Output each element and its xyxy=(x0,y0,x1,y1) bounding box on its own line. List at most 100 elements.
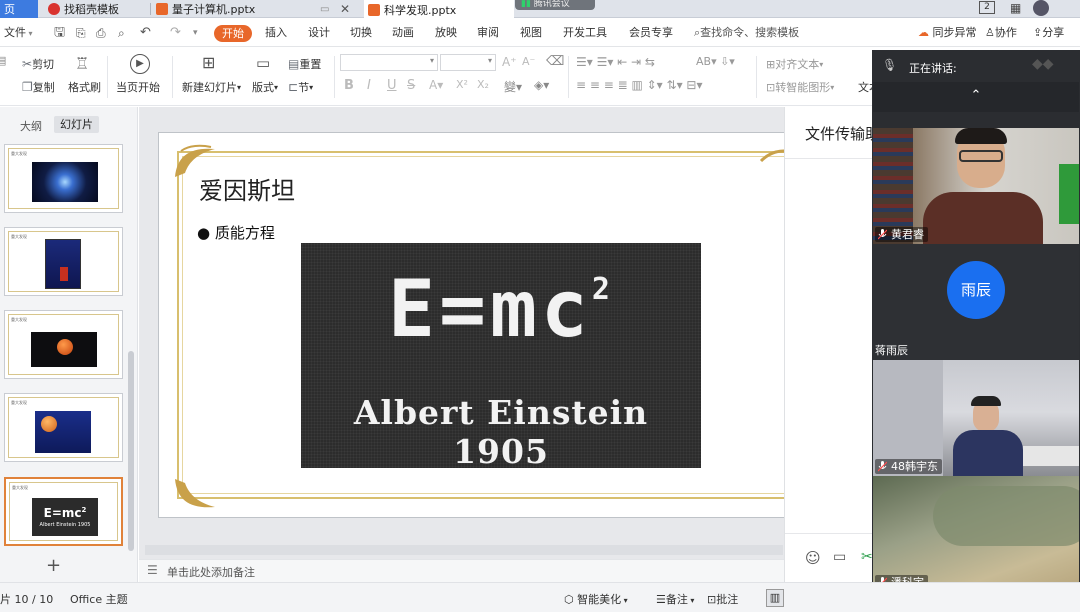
alignment-icons[interactable]: ≡ ≡ ≡ ≣ ▥ ⇕▾ ⇅▾ ⊟▾ xyxy=(576,78,703,92)
command-search[interactable]: ⌕查找命令、搜索模板 xyxy=(694,19,799,47)
new-slide-button[interactable]: 新建幻灯片 ▾ xyxy=(182,79,241,95)
slide-thumbnail[interactable]: 重大发现 xyxy=(4,393,123,462)
window-count-badge[interactable]: 2 xyxy=(979,1,995,14)
video-tile[interactable]: 雨辰 蒋雨辰 xyxy=(873,244,1079,360)
emoji-icon[interactable]: ☺ xyxy=(805,549,821,567)
export-icon[interactable]: ⎘ xyxy=(76,19,86,47)
tab-developer[interactable]: 开发工具 xyxy=(563,19,607,47)
new-slide-icon[interactable]: ⊞ xyxy=(202,53,215,72)
from-current-button[interactable]: 当页开始 xyxy=(116,79,160,95)
folder-icon[interactable]: ▭ xyxy=(833,549,846,565)
slide-thumbnail[interactable]: 重大发现 xyxy=(4,310,123,379)
comments-button[interactable]: ⊡批注 xyxy=(707,591,738,607)
participant-name: 48韩宇东 xyxy=(891,460,938,473)
paste-icon[interactable]: ▤ xyxy=(0,54,6,67)
tab-home[interactable]: 页 xyxy=(0,0,38,18)
tab-home-ribbon[interactable]: 开始 xyxy=(214,25,252,42)
tab-slideshow[interactable]: 放映 xyxy=(435,19,457,47)
collab-button[interactable]: ♙协作 xyxy=(985,19,1017,47)
tab-review[interactable]: 审阅 xyxy=(477,19,499,47)
smart-beautify-button[interactable]: ⬡ 智能美化 ▾ xyxy=(564,591,628,607)
file-menu[interactable]: 文件 ▾ xyxy=(4,19,33,47)
beautify-icon: ⬡ xyxy=(564,593,574,606)
superscript-icon[interactable]: X² xyxy=(456,78,468,91)
strikethrough-icon[interactable]: S xyxy=(407,78,415,93)
person-figure xyxy=(923,128,1043,244)
scroll-up-icon[interactable]: ⌃ xyxy=(873,82,1079,112)
canvas-horizontal-scrollbar[interactable] xyxy=(145,545,783,555)
scissors-icon[interactable]: ✂ xyxy=(861,549,873,565)
close-tab-icon[interactable]: ✕ xyxy=(340,2,350,16)
redo-icon[interactable]: ↷ xyxy=(170,19,181,47)
video-tile[interactable]: 48韩宇东 xyxy=(873,360,1079,476)
slide-thumbnail-selected[interactable]: 重大发现 E=mc2 Albert Einstein 1905 xyxy=(4,477,123,546)
print-icon[interactable]: ⎙ xyxy=(96,19,106,47)
play-icon[interactable]: ▶ xyxy=(130,54,150,74)
outline-tab[interactable]: 大纲 xyxy=(20,118,42,134)
tab-transition[interactable]: 切换 xyxy=(350,19,372,47)
align-text-button[interactable]: ⊞ 对齐文本 ▾ xyxy=(766,56,823,72)
smart-shape-button[interactable]: ⊡ 转智能图形 ▾ xyxy=(766,79,834,95)
tab-docer-templates[interactable]: 找稻壳模板 xyxy=(44,0,148,18)
slide-bullet[interactable]: ● 质能方程 xyxy=(197,222,275,243)
format-painter-button[interactable]: 格式刷 xyxy=(68,79,101,95)
user-avatar[interactable] xyxy=(1033,0,1049,16)
grid-apps-icon[interactable]: ▦ xyxy=(1010,1,1021,15)
cut-button[interactable]: ✂ 剪切 xyxy=(22,56,54,72)
undo-icon[interactable]: ↶ xyxy=(140,19,151,47)
video-tile[interactable]: 黄君睿 xyxy=(873,128,1079,244)
tab-insert[interactable]: 插入 xyxy=(265,19,287,47)
char-spacing-icon[interactable]: 變▾ xyxy=(504,78,522,95)
format-painter-icon[interactable]: ♖ xyxy=(75,54,89,73)
add-slide-icon[interactable]: + xyxy=(46,555,61,576)
tab-quantum-computer[interactable]: 量子计算机.pptx ▭ ✕ xyxy=(152,0,358,18)
notes-toggle-button[interactable]: ☰备注 ▾ xyxy=(656,591,694,607)
share-button[interactable]: ⇪分享 xyxy=(1033,19,1064,47)
italic-icon[interactable]: I xyxy=(367,78,371,93)
document-tab-bar: 页 找稻壳模板 量子计算机.pptx ▭ ✕ 科学发现.pptx ▮▮ 腾讯会议… xyxy=(0,0,1080,19)
tab-design[interactable]: 设计 xyxy=(308,19,330,47)
current-slide[interactable]: 爱因斯坦 ● 质能方程 E=mc2 Albert Einstein 1905 xyxy=(158,132,882,518)
font-family-select[interactable]: ▾ xyxy=(340,54,438,71)
tab-animation[interactable]: 动画 xyxy=(392,19,414,47)
font-size-select[interactable]: ▾ xyxy=(440,54,496,71)
copy-button[interactable]: ❐ 复制 xyxy=(22,79,55,95)
subscript-icon[interactable]: X₂ xyxy=(477,78,489,91)
font-shrink-icon[interactable]: A⁻ xyxy=(522,55,535,68)
slides-tab[interactable]: 幻灯片 xyxy=(54,116,99,133)
highlight-icon[interactable]: ◈▾ xyxy=(534,78,549,92)
section-button[interactable]: ⊏ 节 ▾ xyxy=(288,79,313,95)
quick-access-dropdown-icon[interactable]: ▾ xyxy=(193,19,198,47)
notes-bar[interactable]: ☰ 单击此处添加备注 xyxy=(139,559,784,582)
emc2-image[interactable]: E=mc2 Albert Einstein 1905 xyxy=(301,243,701,471)
print-preview-icon[interactable]: ⌕ xyxy=(118,19,125,47)
pin-icon[interactable]: ▭ xyxy=(320,4,329,15)
transfer-divider xyxy=(785,533,873,534)
bold-icon[interactable]: B xyxy=(344,78,354,93)
meeting-share-indicator[interactable]: ▮▮ 腾讯会议 xyxy=(515,0,595,10)
tab-science-discovery[interactable]: 科学发现.pptx xyxy=(364,0,514,19)
underline-icon[interactable]: U xyxy=(387,78,397,93)
slide-title[interactable]: 爱因斯坦 xyxy=(199,171,295,206)
bullets-icon[interactable]: ☰▾ ☰▾ ⇤ ⇥ ⇆ xyxy=(576,55,655,69)
save-icon[interactable]: 🖫 xyxy=(54,19,65,47)
font-grow-icon[interactable]: A⁺ xyxy=(502,55,517,69)
command-search-label: 查找命令、搜索模板 xyxy=(700,26,800,39)
notes-label: 备注 xyxy=(665,593,688,606)
clear-format-icon[interactable]: ⌫ xyxy=(546,54,564,69)
slide-thumbnail[interactable]: 重大发现 xyxy=(4,144,123,213)
thumbnail-scrollbar[interactable] xyxy=(128,351,134,551)
video-tile[interactable]: 潘科宇 xyxy=(873,476,1079,592)
sync-status-button[interactable]: ☁ 同步异常 xyxy=(918,19,977,47)
slide-thumbnail[interactable]: 重大发现 xyxy=(4,227,123,296)
layout-icon[interactable]: ▭ xyxy=(256,54,270,72)
font-color-icon[interactable]: A▾ xyxy=(429,78,443,92)
text-direction-icon[interactable]: AB▾ ⇩▾ xyxy=(696,55,735,68)
tab-membership[interactable]: 会员专享 xyxy=(629,19,673,47)
tab-view[interactable]: 视图 xyxy=(520,19,542,47)
mic-icon xyxy=(878,461,887,472)
reset-button[interactable]: ▤ 重置 xyxy=(288,56,321,72)
layout-button[interactable]: 版式 ▾ xyxy=(252,79,278,95)
microphone-icon[interactable]: 🎙 xyxy=(882,58,897,72)
normal-view-icon[interactable]: ▥ xyxy=(766,589,784,607)
